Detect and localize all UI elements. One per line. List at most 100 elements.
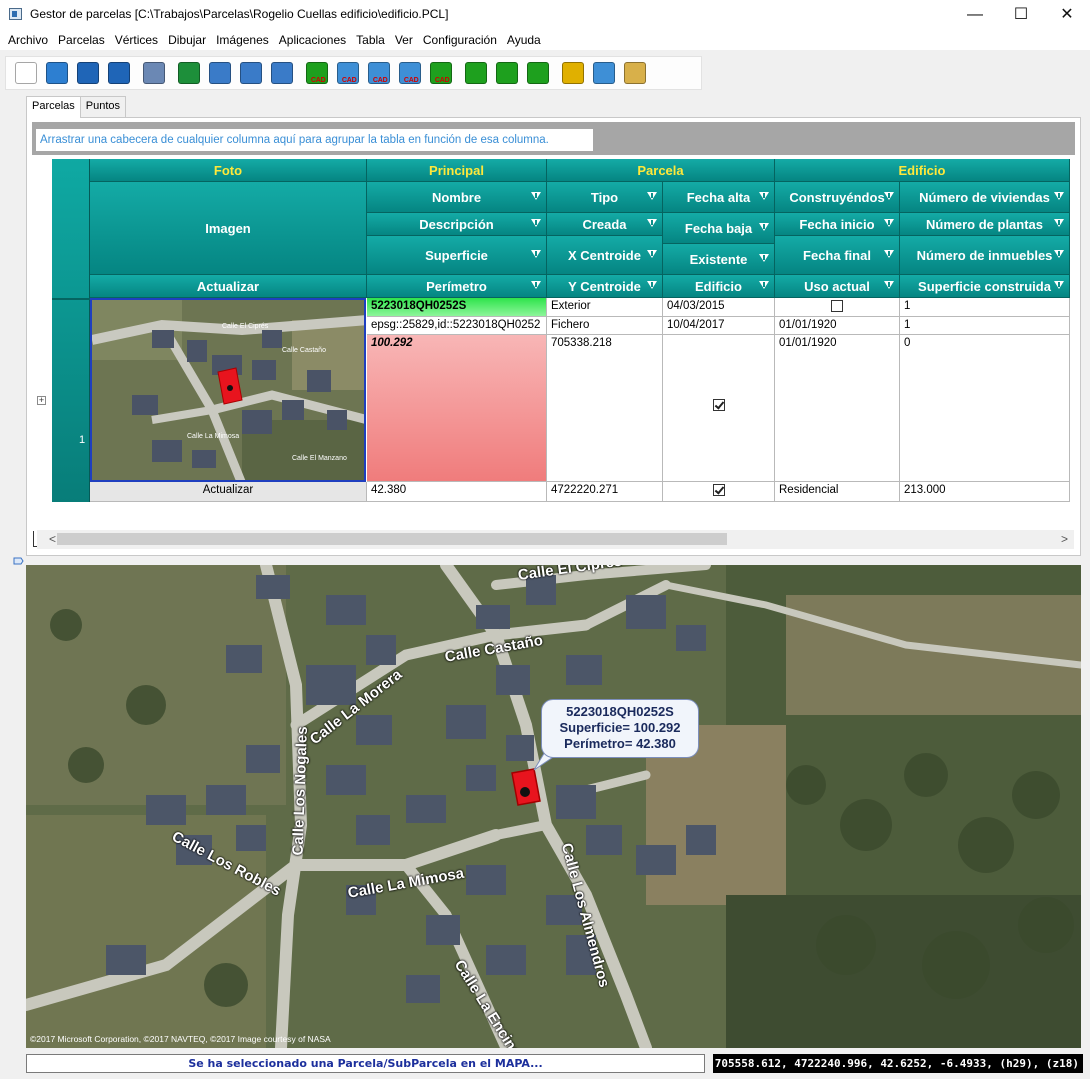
filter-icon[interactable] xyxy=(884,192,894,200)
filter-icon[interactable] xyxy=(759,281,769,289)
construyendos-checkbox[interactable] xyxy=(831,300,843,312)
cell-num-inmuebles[interactable]: 0 xyxy=(900,335,1070,482)
filter-icon[interactable] xyxy=(647,281,657,289)
header-descripcion[interactable]: Descripción xyxy=(367,213,547,236)
cell-x-centroide[interactable]: 705338.218 xyxy=(547,335,663,482)
cell-creada[interactable]: Fichero xyxy=(547,317,663,335)
header-existente[interactable]: Existente xyxy=(663,244,775,275)
cell-nombre[interactable]: 5223018QH0252S xyxy=(367,298,547,317)
open-folder-button[interactable] xyxy=(41,58,72,88)
minimize-button[interactable]: — xyxy=(952,0,998,30)
filter-icon[interactable] xyxy=(531,281,541,289)
header-y-centroide[interactable]: Y Centroide xyxy=(547,275,663,298)
image-cad-button[interactable]: CAD xyxy=(363,58,394,88)
group-by-panel[interactable]: Arrastrar una cabecera de cualquier colu… xyxy=(32,122,1075,155)
splitter-grip-icon[interactable] xyxy=(13,557,24,565)
cell-num-plantas[interactable]: 1 xyxy=(900,317,1070,335)
add-cad-button[interactable]: CAD xyxy=(332,58,363,88)
cell-num-viviendas[interactable]: 1 xyxy=(900,298,1070,317)
scroll-right-icon[interactable]: > xyxy=(1061,532,1068,546)
cell-existente[interactable] xyxy=(663,335,775,482)
header-x-centroide[interactable]: X Centroide xyxy=(547,236,663,275)
print-button[interactable] xyxy=(138,58,169,88)
menu-aplicaciones[interactable]: Aplicaciones xyxy=(274,30,351,50)
cell-uso-actual[interactable]: Residencial xyxy=(775,482,900,502)
header-num-plantas[interactable]: Número de plantas xyxy=(900,213,1070,236)
header-fecha-inicio[interactable]: Fecha inicio xyxy=(775,213,900,236)
maximize-button[interactable]: ☐ xyxy=(998,0,1044,30)
filter-icon[interactable] xyxy=(647,250,657,258)
menu-vertices[interactable]: Vértices xyxy=(110,30,163,50)
header-fecha-final[interactable]: Fecha final xyxy=(775,236,900,275)
edificio-checkbox[interactable] xyxy=(712,484,725,496)
header-num-viviendas[interactable]: Número de viviendas xyxy=(900,182,1070,213)
parcel-shape-button[interactable] xyxy=(491,58,522,88)
transfer-button[interactable] xyxy=(557,58,588,88)
cell-fecha-inicio[interactable]: 01/01/1920 xyxy=(775,317,900,335)
measure-button[interactable] xyxy=(460,58,491,88)
filter-icon[interactable] xyxy=(1054,219,1064,227)
filter-icon[interactable] xyxy=(759,192,769,200)
actualizar-button[interactable]: Actualizar xyxy=(90,482,367,502)
filter-icon[interactable] xyxy=(759,254,769,262)
row-expand-icon[interactable]: + xyxy=(37,396,46,405)
filter-icon[interactable] xyxy=(884,281,894,289)
header-tipo[interactable]: Tipo xyxy=(547,182,663,213)
menu-archivo[interactable]: Archivo xyxy=(3,30,53,50)
cell-fecha-baja[interactable]: 10/04/2017 xyxy=(663,317,775,335)
header-actualizar[interactable]: Actualizar xyxy=(90,275,367,298)
save-button[interactable] xyxy=(72,58,103,88)
band-foto[interactable]: Foto xyxy=(90,159,367,182)
filter-icon[interactable] xyxy=(1054,192,1064,200)
export-cad-button[interactable]: CAD xyxy=(301,58,332,88)
filter-icon[interactable] xyxy=(884,219,894,227)
cell-superficie-construida[interactable]: 213.000 xyxy=(900,482,1070,502)
band-edificio[interactable]: Edificio xyxy=(775,159,1070,182)
header-creada[interactable]: Creada xyxy=(547,213,663,236)
zoom-tools-button[interactable] xyxy=(619,58,650,88)
cell-tipo[interactable]: Exterior xyxy=(547,298,663,317)
filter-icon[interactable] xyxy=(1054,250,1064,258)
scroll-thumb[interactable] xyxy=(57,533,727,545)
menu-dibujar[interactable]: Dibujar xyxy=(163,30,211,50)
band-parcela[interactable]: Parcela xyxy=(547,159,775,182)
cell-perimetro[interactable]: 42.380 xyxy=(367,482,547,502)
cell-fecha-alta[interactable]: 04/03/2015 xyxy=(663,298,775,317)
close-button[interactable]: ✕ xyxy=(1044,0,1090,30)
cell-fecha-final[interactable]: 01/01/1920 xyxy=(775,335,900,482)
header-edificio[interactable]: Edificio xyxy=(663,275,775,298)
cell-descripcion[interactable]: epsg::25829,id::5223018QH0252 xyxy=(367,317,547,335)
cell-superficie[interactable]: 100.292 xyxy=(367,335,547,482)
header-superficie-construida[interactable]: Superficie construida xyxy=(900,275,1070,298)
filter-icon[interactable] xyxy=(1054,281,1064,289)
tab-parcelas[interactable]: Parcelas xyxy=(26,96,81,118)
filter-icon[interactable] xyxy=(531,192,541,200)
gml-table-button[interactable] xyxy=(204,58,235,88)
filter-icon[interactable] xyxy=(647,192,657,200)
menu-parcelas[interactable]: Parcelas xyxy=(53,30,110,50)
band-principal[interactable]: Principal xyxy=(367,159,547,182)
gml-table-2-button[interactable] xyxy=(235,58,266,88)
aerial-map[interactable]: Calle El Ciprés Calle Castaño Calle La M… xyxy=(26,565,1081,1048)
menu-imagenes[interactable]: Imágenes xyxy=(211,30,274,50)
layers-button[interactable] xyxy=(588,58,619,88)
cell-y-centroide[interactable]: 4722220.271 xyxy=(547,482,663,502)
header-fecha-alta[interactable]: Fecha alta xyxy=(663,182,775,213)
search-cad-button[interactable]: CAD xyxy=(425,58,456,88)
header-imagen[interactable]: Imagen xyxy=(90,182,367,275)
header-superficie[interactable]: Superficie xyxy=(367,236,547,275)
header-perimetro[interactable]: Perímetro xyxy=(367,275,547,298)
menu-tabla[interactable]: Tabla xyxy=(351,30,390,50)
menu-configuracion[interactable]: Configuración xyxy=(418,30,502,50)
header-construyendos[interactable]: Construyéndos xyxy=(775,182,900,213)
shp-table-button[interactable] xyxy=(266,58,297,88)
header-uso-actual[interactable]: Uso actual xyxy=(775,275,900,298)
filter-icon[interactable] xyxy=(647,219,657,227)
cell-construyendos[interactable] xyxy=(775,298,900,317)
header-fecha-baja[interactable]: Fecha baja xyxy=(663,213,775,244)
scroll-left-icon[interactable]: < xyxy=(49,532,56,546)
tab-puntos[interactable]: Puntos xyxy=(79,96,127,117)
save-as-button[interactable] xyxy=(103,58,134,88)
parcel-thumbnail-image[interactable]: Calle El Ciprés Calle Castaño Calle La M… xyxy=(90,298,366,482)
excel-button[interactable] xyxy=(173,58,204,88)
